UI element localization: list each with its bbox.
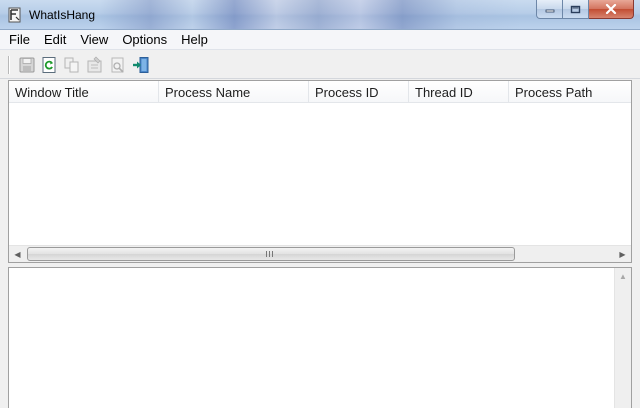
column-header-process-id[interactable]: Process ID bbox=[309, 81, 409, 103]
whatishang-app-icon bbox=[8, 7, 21, 23]
column-header-process-path[interactable]: Process Path bbox=[509, 81, 631, 103]
column-header-process-name[interactable]: Process Name bbox=[159, 81, 309, 103]
copy-icon[interactable] bbox=[63, 56, 81, 74]
close-button[interactable] bbox=[589, 0, 634, 19]
scroll-right-arrow[interactable]: ▶ bbox=[614, 246, 631, 262]
caption-buttons bbox=[536, 0, 634, 20]
maximize-icon bbox=[570, 5, 581, 13]
minimize-button[interactable] bbox=[536, 0, 563, 19]
minimize-icon bbox=[545, 9, 554, 13]
maximize-button[interactable] bbox=[563, 0, 589, 19]
scrollbar-thumb[interactable] bbox=[27, 247, 515, 261]
menu-file[interactable]: File bbox=[9, 32, 30, 47]
scroll-up-arrow[interactable]: ▲ bbox=[615, 268, 631, 285]
window-title: WhatIsHang bbox=[29, 8, 96, 22]
toolbar-grip[interactable] bbox=[8, 56, 10, 74]
process-list-view[interactable]: Window Title Process Name Process ID Thr… bbox=[8, 80, 632, 263]
close-icon bbox=[605, 4, 617, 14]
exit-icon[interactable] bbox=[132, 56, 150, 74]
menu-options[interactable]: Options bbox=[122, 32, 167, 47]
menu-bar: File Edit View Options Help bbox=[0, 30, 640, 49]
details-pane[interactable]: ▲ bbox=[8, 267, 632, 408]
list-header: Window Title Process Name Process ID Thr… bbox=[9, 81, 631, 103]
horizontal-scrollbar[interactable]: ◀ ▶ bbox=[9, 245, 631, 262]
titlebar-background-blur bbox=[100, 0, 520, 29]
html-report-icon[interactable] bbox=[109, 56, 127, 74]
scrollbar-grip-icon bbox=[266, 251, 274, 257]
menu-view[interactable]: View bbox=[80, 32, 108, 47]
vertical-scrollbar[interactable]: ▲ bbox=[614, 268, 631, 408]
refresh-icon[interactable] bbox=[40, 56, 58, 74]
title-bar[interactable]: WhatIsHang bbox=[0, 0, 640, 30]
column-header-window-title[interactable]: Window Title bbox=[9, 81, 159, 103]
menu-edit[interactable]: Edit bbox=[44, 32, 66, 47]
toolbar bbox=[0, 49, 640, 79]
save-icon[interactable] bbox=[18, 56, 36, 74]
scroll-left-arrow[interactable]: ◀ bbox=[9, 246, 26, 262]
properties-icon[interactable] bbox=[86, 56, 104, 74]
menu-help[interactable]: Help bbox=[181, 32, 208, 47]
column-header-thread-id[interactable]: Thread ID bbox=[409, 81, 509, 103]
